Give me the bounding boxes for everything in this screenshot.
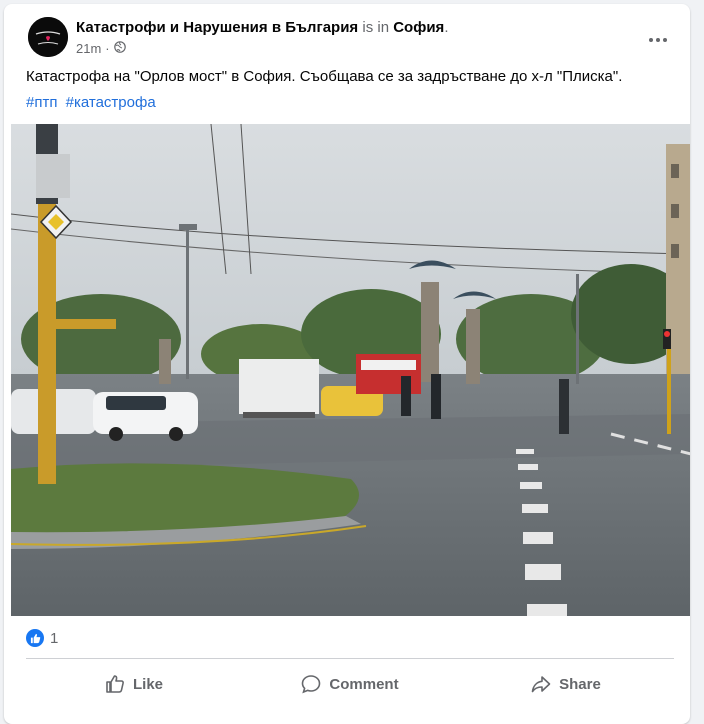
post-photo[interactable] [11, 124, 690, 616]
post-card: Катастрофи и Нарушения в България is in … [4, 4, 690, 724]
like-button[interactable]: Like [26, 662, 242, 706]
like-label: Like [132, 675, 163, 693]
like-icon [26, 629, 44, 647]
post-title-line: Катастрофи и Нарушения в България is in … [76, 19, 448, 37]
thumbs-up-icon [105, 674, 125, 694]
location-connector: is in [362, 19, 390, 36]
hashtag-link[interactable]: #птп [26, 94, 57, 111]
subline-separator: · [105, 41, 110, 56]
post-subline: 21m · [76, 41, 448, 56]
reaction-count: 1 [50, 629, 59, 647]
reactions-summary[interactable]: 1 [26, 626, 58, 650]
post-hashtags: #птп #катастрофа [26, 93, 160, 113]
more-dots-icon [649, 38, 653, 42]
more-options-button[interactable] [640, 22, 676, 58]
comment-button[interactable]: Comment [242, 662, 458, 706]
share-button[interactable]: Share [458, 662, 674, 706]
post-text: Катастрофа на "Орлов мост" в София. Съоб… [26, 68, 623, 85]
page-avatar[interactable] [28, 17, 68, 57]
location-link[interactable]: София [393, 19, 444, 36]
post-header: Катастрофи и Нарушения в България is in … [4, 4, 690, 60]
photo-scene [11, 124, 690, 616]
action-divider [26, 658, 674, 659]
comment-icon [301, 674, 321, 694]
post-meta: Катастрофи и Нарушения в България is in … [76, 19, 448, 56]
share-icon [531, 674, 551, 694]
page-name-link[interactable]: Катастрофи и Нарушения в България [76, 19, 358, 36]
title-period: . [444, 19, 449, 36]
hashtag-link[interactable]: #катастрофа [66, 94, 156, 111]
comment-label: Comment [329, 675, 399, 693]
post-timestamp[interactable]: 21m [76, 41, 101, 56]
action-bar: Like Comment Share [26, 662, 674, 706]
share-label: Share [559, 675, 601, 693]
globe-icon [113, 41, 126, 56]
